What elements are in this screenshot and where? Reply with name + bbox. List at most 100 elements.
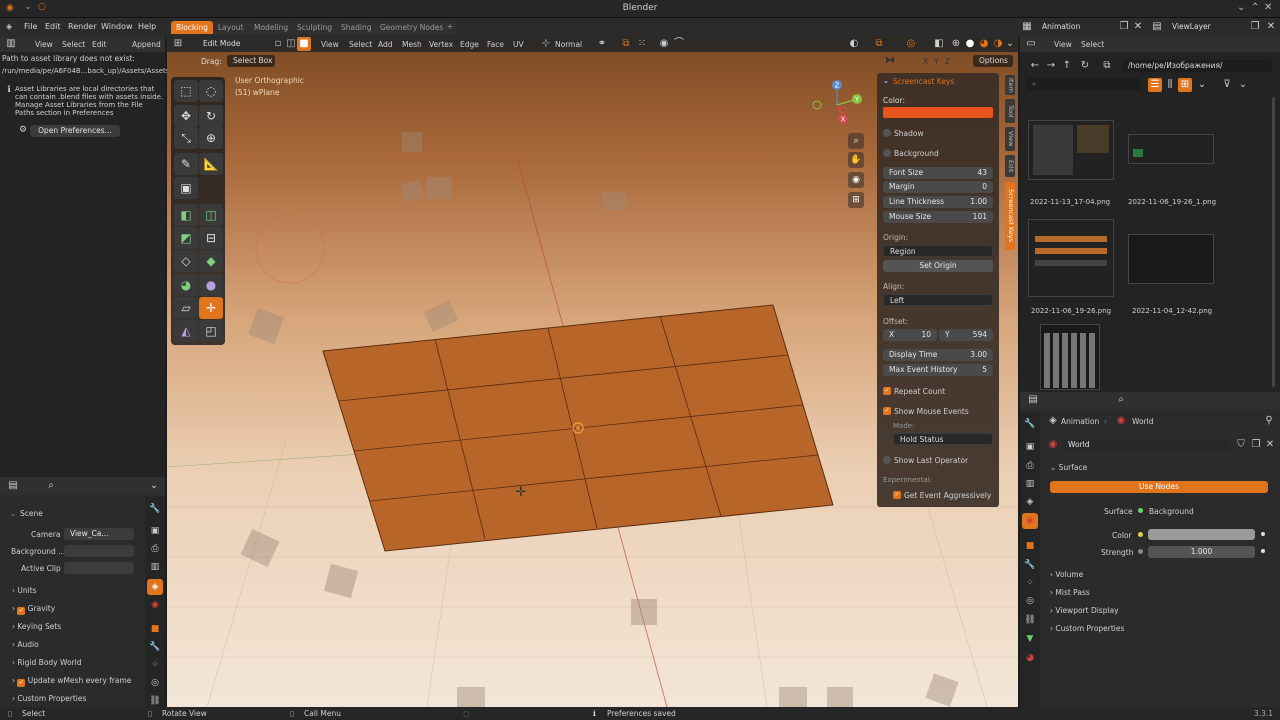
render-tab-icon[interactable]: ▣ [147, 523, 163, 539]
perspective-grid-icon[interactable]: ⊞ [848, 192, 864, 208]
forward-arrow-icon[interactable]: → [1044, 59, 1058, 73]
pin-icon[interactable]: ⚲ [1262, 414, 1276, 428]
file-search-input[interactable]: ⌕ [1026, 78, 1140, 90]
measure-tool-icon[interactable]: 📐 [199, 153, 223, 175]
edge-select-icon[interactable]: ◫ [284, 37, 298, 51]
asset-editor-icon[interactable]: ▥ [4, 37, 18, 51]
tab-geometry-nodes[interactable]: Geometry Nodes [375, 21, 449, 34]
zoom-icon[interactable]: ⌕ [848, 133, 864, 149]
scale-tool-icon[interactable]: ⤡ [174, 127, 198, 149]
append-dropdown[interactable]: Append [132, 40, 161, 49]
add-cube-tool-icon[interactable]: ▣ [174, 177, 198, 199]
face-select-icon[interactable]: ■ [297, 37, 311, 51]
mode-dropdown[interactable]: Hold Status [893, 433, 993, 445]
get-event-aggressively-checkbox[interactable]: ✓ [893, 491, 901, 499]
tab-shading[interactable]: Shading [336, 21, 377, 34]
world-search-icon[interactable]: ⌕ [1114, 393, 1128, 407]
proportional-edit-icon[interactable]: ◉ [657, 37, 671, 51]
proportional-falloff-icon[interactable]: ⌒ [672, 37, 686, 51]
add-workspace-icon[interactable]: + [444, 21, 456, 34]
section-rigid-body-world[interactable]: › Rigid Body World [12, 658, 82, 667]
line-thickness-field[interactable]: Line Thickness 1.00 [883, 196, 993, 208]
menu-help[interactable]: Help [138, 22, 156, 31]
refresh-icon[interactable]: ↻ [1078, 59, 1092, 73]
shrink-fatten-tool-icon[interactable]: ✛ [199, 297, 223, 319]
sidebar-tab-item[interactable]: Item [1005, 75, 1015, 95]
back-arrow-icon[interactable]: ← [1028, 59, 1042, 73]
copy-view-layer-icon[interactable]: ❐ [1248, 20, 1262, 34]
surface-value[interactable]: Background [1149, 507, 1194, 516]
properties-editor-icon[interactable]: ▤ [6, 479, 20, 493]
offset-y-field[interactable]: Y 594 [939, 329, 993, 341]
open-preferences-button[interactable]: Open Preferences... [30, 125, 120, 137]
world-tab-icon[interactable]: ◉ [147, 597, 163, 613]
shadow-checkbox[interactable] [883, 129, 891, 137]
inset-tool-icon[interactable]: ◫ [199, 204, 223, 226]
vp-menu-add[interactable]: Add [378, 40, 393, 49]
output-tab-icon[interactable]: ⎙ [147, 541, 163, 557]
offset-x-field[interactable]: X 10 [883, 329, 937, 341]
viewport-editor-icon[interactable]: ⊞ [171, 37, 185, 51]
filter-dropdown-icon[interactable]: ⌄ [1236, 78, 1250, 92]
annotate-tool-icon[interactable]: ✎ [174, 153, 198, 175]
fb-menu-select[interactable]: Select [1081, 40, 1104, 49]
panel-collapse-icon[interactable]: ⌄ [879, 74, 893, 88]
overlay-icon[interactable]: ◎ [904, 37, 918, 51]
w-data-tab-icon[interactable]: ▼ [1022, 631, 1038, 647]
tab-blocking[interactable]: Blocking [171, 21, 213, 34]
navigation-gizmo[interactable]: Z Y X [807, 77, 867, 132]
drag-select-box[interactable]: Select Box [227, 55, 275, 67]
strength-field[interactable]: 1.000 [1148, 546, 1255, 558]
close-icon[interactable]: ✕ [1264, 2, 1272, 13]
w-particles-tab-icon[interactable]: ⁘ [1022, 575, 1038, 591]
tab-layout[interactable]: Layout [213, 21, 249, 34]
w-physics-tab-icon[interactable]: ◎ [1022, 593, 1038, 609]
vp-menu-select[interactable]: Select [349, 40, 372, 49]
remove-scene-icon[interactable]: ✕ [1131, 20, 1145, 34]
view-layer-tab-icon[interactable]: ▥ [147, 559, 163, 575]
sidebar-tab-screencast-keys[interactable]: Screencast Keys [1005, 182, 1015, 250]
new-folder-icon[interactable]: ⧉ [1100, 59, 1114, 73]
section-audio[interactable]: › Audio [12, 640, 39, 649]
axis-y[interactable]: Y [934, 57, 939, 66]
asset-menu-select[interactable]: Select [62, 40, 85, 49]
axis-z[interactable]: Z [945, 57, 950, 66]
pivot-icon[interactable]: ⚭ [595, 37, 609, 51]
file-thumbnail-2[interactable] [1128, 134, 1214, 164]
file-thumbnail-3[interactable] [1028, 219, 1114, 297]
margin-field[interactable]: Margin 0 [883, 181, 993, 193]
active-clip-field[interactable] [64, 562, 134, 574]
w-object-tab-icon[interactable]: ■ [1022, 538, 1038, 554]
horizontal-list-icon[interactable]: ⫼ [1163, 78, 1177, 92]
mouse-size-field[interactable]: Mouse Size 101 [883, 211, 993, 223]
scene-selector[interactable]: Animation [1036, 21, 1116, 33]
max-event-history-field[interactable]: Max Event History 5 [883, 364, 993, 376]
section-world-custom-properties[interactable]: › Custom Properties [1050, 624, 1124, 633]
material-shading-icon[interactable]: ◕ [977, 37, 991, 51]
select-box-tool-icon[interactable]: ⬚ [174, 80, 198, 102]
file-browser-editor-icon[interactable]: ▭ [1024, 37, 1038, 51]
bevel-tool-icon[interactable]: ◩ [174, 227, 198, 249]
thumbnails-icon[interactable]: ⊞ [1178, 78, 1192, 92]
w-modifier-tab-icon[interactable]: 🔧 [1022, 557, 1038, 573]
editor-type-icon[interactable]: ▦ [1020, 20, 1034, 34]
mode-selector[interactable]: Edit Mode [197, 38, 267, 50]
vp-menu-vertex[interactable]: Vertex [429, 40, 453, 49]
vertical-list-icon[interactable]: ☰ [1148, 78, 1162, 92]
solid-shading-icon[interactable]: ● [963, 37, 977, 51]
world-browse-icon[interactable]: ◉ [1046, 438, 1060, 452]
w-view-layer-tab-icon[interactable]: ▥ [1022, 476, 1038, 492]
section-units[interactable]: › Units [12, 586, 37, 595]
asset-menu-edit[interactable]: Edit [92, 40, 107, 49]
path-field[interactable]: /home/pe/Изображения/ [1122, 60, 1272, 72]
vp-menu-view[interactable]: View [321, 40, 339, 49]
scene-section-label[interactable]: Scene [20, 509, 43, 518]
sidebar-tab-tool[interactable]: Tool [1005, 99, 1015, 123]
vp-menu-face[interactable]: Face [487, 40, 504, 49]
wireframe-shading-icon[interactable]: ⊕ [949, 37, 963, 51]
spin-tool-icon[interactable]: ◕ [174, 274, 198, 296]
mirror-icon[interactable]: ⧓ [883, 54, 897, 68]
xray-icon[interactable]: ◧ [932, 37, 946, 51]
file-browser-scrollbar[interactable] [1272, 97, 1275, 387]
world-name-field[interactable]: World [1062, 439, 1230, 451]
